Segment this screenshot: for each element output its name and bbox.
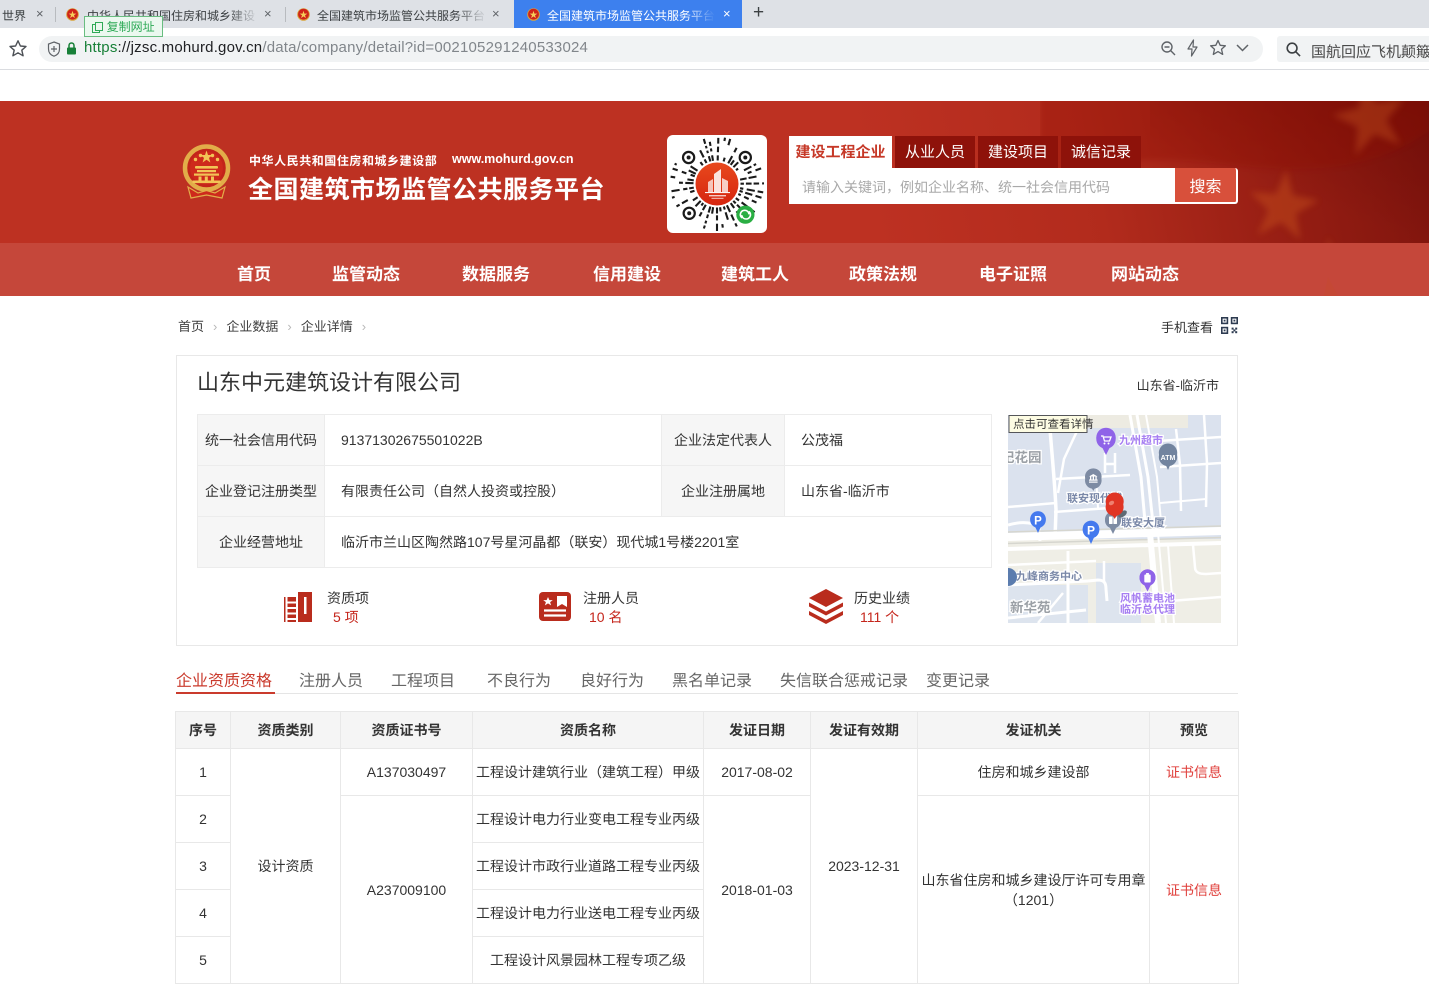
svg-text:ATM: ATM [1161, 455, 1176, 462]
svg-text:点击可查看详情: 点击可查看详情 [1013, 416, 1094, 432]
svg-text:新华苑: 新华苑 [1010, 596, 1051, 616]
svg-text:P: P [1087, 524, 1095, 538]
svg-text:联安大厦: 联安大厦 [1121, 515, 1165, 531]
svg-text:九州超市: 九州超市 [1119, 432, 1163, 448]
svg-text:临沂总代理: 临沂总代理 [1120, 601, 1175, 617]
svg-text:P: P [1034, 516, 1042, 528]
svg-text:九峰商务中心: 九峰商务中心 [1016, 568, 1082, 584]
svg-text:记花园: 记花园 [1008, 446, 1042, 466]
